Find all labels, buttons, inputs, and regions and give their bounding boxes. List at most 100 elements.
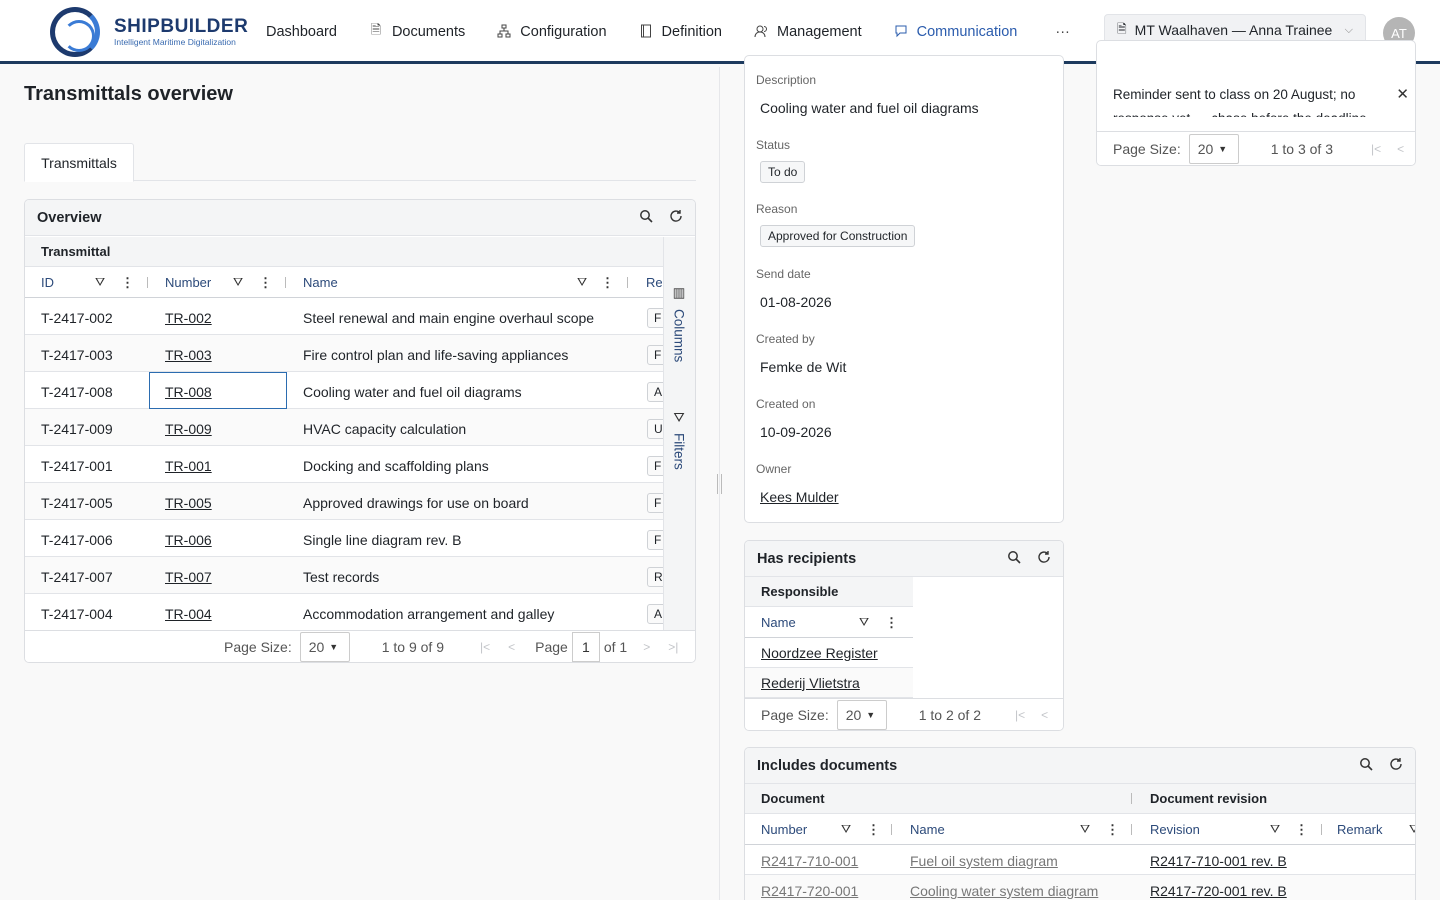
close-icon[interactable]: ✕ [1396,85,1409,103]
tab-transmittals[interactable]: Transmittals [24,143,134,182]
nav-item-label: Management [776,24,862,40]
caret-down-icon: ▼ [1218,143,1228,154]
table-row[interactable]: T-2417-004 TR-004 Accommodation arrangemen… [25,594,663,630]
table-row[interactable]: T-2417-003 TR-003 Fire control plan and li… [25,335,663,372]
revision-cell: F [647,335,663,372]
search-icon[interactable] [1359,757,1373,774]
filter-icon[interactable]: ⛛ [95,275,105,290]
first-page-icon[interactable]: |< [1015,708,1025,722]
transmittal-name: Steel renewal and main engine overhaul s… [303,309,595,326]
table-row[interactable]: T-2417-005 TR-005 Approved drawings for us… [25,483,663,520]
column-header-revision[interactable]: Re [646,267,663,298]
filter-icon[interactable]: ⛛ [841,822,851,837]
nav-item-definition[interactable]: Definition [639,0,722,64]
document-name-link[interactable]: Fuel oil system diagram [910,845,1058,875]
filter-icon[interactable]: ⛛ [577,275,587,290]
column-menu-icon[interactable]: ⋮ [121,275,134,291]
nav-item-documents[interactable]: 🗎 Documents [369,0,466,64]
page-size-select[interactable]: 20 ▼ [1188,133,1239,164]
column-header-remark[interactable]: Remark ⛛ [1337,814,1415,845]
refresh-icon[interactable] [1389,757,1403,774]
column-header-row: Name ⛛ ⋮ [745,607,913,638]
transmittal-number-link[interactable]: TR-003 [165,335,212,372]
filters-tool-button[interactable]: ⛛ Filters [671,411,688,470]
transmittal-number-link[interactable]: TR-007 [165,557,212,594]
created-on-value: 10-09-2026 [760,424,832,440]
nav-item-configuration[interactable]: Configuration [497,0,607,64]
transmittal-number-link[interactable]: TR-009 [165,409,212,446]
drag-handle-icon[interactable] [717,474,722,494]
previous-page-icon[interactable]: < [1041,708,1048,722]
transmittal-number-link[interactable]: TR-004 [165,594,212,630]
transmittal-id: T-2417-001 [41,457,113,474]
page-size-select[interactable]: 20 ▼ [836,699,887,730]
column-header-number[interactable]: Number ⛛ ⋮ [761,814,906,845]
table-row[interactable]: T-2417-009 TR-009 HVAC capacity calculatio… [25,409,663,446]
previous-page-icon[interactable]: < [1397,142,1404,156]
transmittal-number-link[interactable]: TR-002 [165,298,212,335]
page-size-select[interactable]: 20 ▼ [299,631,350,662]
transmittal-number-link[interactable]: TR-001 [165,446,212,483]
caret-down-icon: ▼ [329,641,339,652]
table-row[interactable]: R2417-720-001 Cooling water system diagr… [745,875,1415,900]
filter-icon[interactable]: ⛛ [1080,822,1090,837]
grid-side-panel: ▥ Columns ⛛ Filters [663,237,695,630]
document-revision-link[interactable]: R2417-720-001 rev. B [1150,875,1287,900]
document-revision-link[interactable]: R2417-710-001 rev. B [1150,845,1287,875]
column-header-name[interactable]: Name ⛛ ⋮ [303,267,643,298]
first-page-icon[interactable]: |< [1371,142,1381,156]
document-name-link[interactable]: Cooling water system diagram [910,875,1098,900]
filter-icon[interactable]: ⛛ [1270,822,1280,837]
filter-icon[interactable]: ⛛ [1409,822,1415,837]
revision-badge: F [647,307,663,328]
documents-card: Includes documents Document Document rev… [744,747,1416,900]
table-row[interactable]: T-2417-008 TR-008 Cooling water and fuel o… [25,372,663,409]
next-page-icon[interactable]: > [643,640,650,654]
column-menu-icon[interactable]: ⋮ [1106,822,1119,838]
column-menu-icon[interactable]: ⋮ [601,275,614,291]
column-header-id[interactable]: ID ⛛ ⋮ [41,267,161,298]
recipient-link[interactable]: Noordzee Register [745,638,913,668]
column-group-header: Transmittal [25,237,663,267]
column-header-revision[interactable]: Revision ⛛ ⋮ [1150,814,1322,845]
revision-badge: U [647,418,663,439]
column-menu-icon[interactable]: ⋮ [259,275,272,291]
filter-icon[interactable]: ⛛ [859,615,869,630]
page-size-label: Page Size: [224,638,292,655]
column-menu-icon[interactable]: ⋮ [867,822,880,838]
refresh-icon[interactable] [1037,550,1051,567]
columns-tool-button[interactable]: ▥ Columns [671,285,688,362]
column-header-name[interactable]: Name ⛛ ⋮ [761,607,911,638]
app-logo[interactable]: SHIPBUILDER Intelligent Maritime Digital… [50,7,248,57]
description-value: Cooling water and fuel oil diagrams [760,100,979,116]
refresh-icon[interactable] [669,209,683,226]
column-header-name[interactable]: Name ⛛ ⋮ [910,814,1135,845]
transmittal-name: Accommodation arrangement and galley [303,605,555,622]
table-row[interactable]: T-2417-001 TR-001 Docking and scaffolding … [25,446,663,483]
nav-item-label: Communication [916,24,1018,40]
column-menu-icon[interactable]: ⋮ [1295,822,1308,838]
table-row[interactable]: R2417-710-001 Fuel oil system diagram R2… [745,845,1415,875]
previous-page-icon[interactable]: < [508,640,515,654]
first-page-icon[interactable]: |< [480,640,490,654]
filter-icon[interactable]: ⛛ [233,275,243,290]
search-icon[interactable] [639,209,653,226]
column-menu-icon[interactable]: ⋮ [885,615,898,631]
column-header-number[interactable]: Number ⛛ ⋮ [165,267,299,298]
transmittal-number-link[interactable]: TR-005 [165,483,212,520]
document-icon: 🗎 [370,22,382,37]
table-row[interactable]: T-2417-007 TR-007 Test records R [25,557,663,594]
transmittal-number-link[interactable]: TR-006 [165,520,212,557]
document-number-link[interactable]: R2417-710-001 [761,845,858,875]
last-page-icon[interactable]: >| [668,640,678,654]
table-row[interactable]: T-2417-006 TR-006 Single line diagram rev.… [25,520,663,557]
column-group-header-row: Document Document revision [745,784,1415,814]
search-icon[interactable] [1007,550,1021,567]
document-number-link[interactable]: R2417-720-001 [761,875,858,900]
owner-link[interactable]: Kees Mulder [760,489,839,505]
table-row[interactable]: T-2417-002 TR-002 Steel renewal and main e… [25,298,663,335]
recipient-link[interactable]: Rederij Vlietstra [745,668,913,698]
page-number-input[interactable]: 1 [571,631,600,662]
nav-item-label: Dashboard [266,24,337,40]
nav-item-dashboard[interactable]: Dashboard [266,0,337,64]
